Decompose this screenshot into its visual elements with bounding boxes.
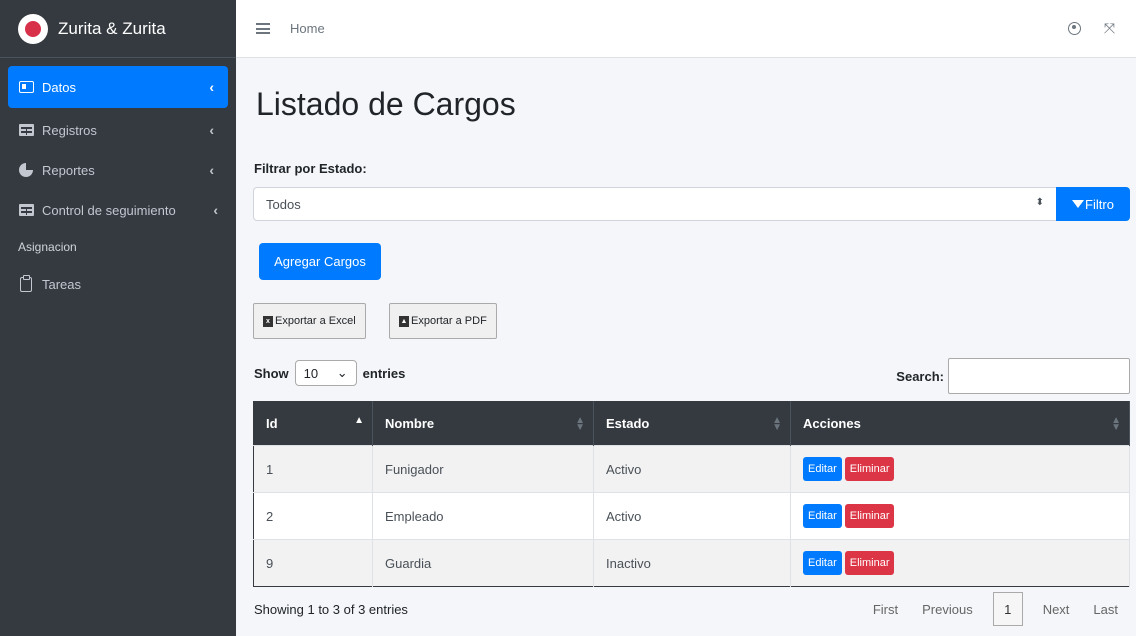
sidebar-item-registros[interactable]: Registros ‹	[8, 110, 228, 150]
edit-button[interactable]: Editar	[803, 504, 842, 528]
select-arrows-icon: ⬍	[1035, 197, 1044, 208]
pdf-file-icon: ▲	[399, 315, 409, 327]
brand-name: Zurita & Zurita	[58, 18, 166, 38]
estado-filter-select[interactable]: Todos ⬍	[253, 187, 1057, 221]
edit-button[interactable]: Editar	[803, 457, 842, 481]
brand-link[interactable]: Zurita & Zurita	[0, 0, 236, 58]
id-card-icon	[18, 80, 34, 94]
table-row: 1 Funigador Activo Editar Eliminar	[253, 445, 1130, 493]
cell-id: 2	[253, 492, 373, 540]
table-search: Search:	[896, 358, 1130, 394]
sidebar-header-asignacion: Asignacion	[18, 240, 77, 254]
sidebar-item-label: Tareas	[42, 276, 82, 292]
table-row: 2 Empleado Activo Editar Eliminar	[253, 492, 1130, 540]
edit-button[interactable]: Editar	[803, 551, 842, 575]
sort-asc-icon: ▲	[354, 415, 364, 426]
sidebar-item-label: Reportes	[42, 162, 95, 178]
column-header-acciones[interactable]: Acciones ▲ ▼	[790, 401, 1130, 446]
export-pdf-label: Exportar a PDF	[411, 315, 487, 327]
pagination: First Previous 1 Next Last	[861, 592, 1130, 626]
cell-estado: Activo	[593, 492, 791, 540]
entries-label: entries	[362, 365, 406, 381]
table-header-row: Id ▲ Nombre ▲ ▼ Estado ▲ ▼ Acciones ▲ ▼	[253, 401, 1130, 446]
cell-acciones: Editar Eliminar	[790, 492, 1130, 540]
pagination-previous[interactable]: Previous	[910, 602, 985, 617]
user-icon[interactable]	[1068, 22, 1081, 35]
top-navbar: Home ⤧	[236, 0, 1136, 58]
pagination-current-page[interactable]: 1	[992, 592, 1023, 626]
cell-nombre: Guardia	[372, 539, 594, 587]
sidebar-nav: Datos ‹ Registros ‹ Reportes ‹ Control d…	[0, 58, 236, 304]
brand-logo	[18, 13, 48, 44]
export-pdf-button[interactable]: ▲ Exportar a PDF	[389, 303, 497, 339]
sidebar-item-tareas[interactable]: Tareas	[8, 264, 228, 304]
table-icon	[18, 123, 34, 137]
export-excel-label: Exportar a Excel	[275, 315, 356, 327]
chevron-down-icon: ⌄	[336, 365, 348, 380]
cargos-table: Id ▲ Nombre ▲ ▼ Estado ▲ ▼ Acciones ▲ ▼ 1 Funig…	[253, 401, 1130, 587]
sidebar-item-label: Datos	[42, 79, 76, 95]
add-cargos-button[interactable]: Agregar Cargos	[259, 243, 381, 280]
cell-acciones: Editar Eliminar	[790, 445, 1130, 493]
column-header-nombre[interactable]: Nombre ▲ ▼	[372, 401, 594, 446]
chevron-left-icon: ‹	[213, 202, 218, 218]
column-header-id[interactable]: Id ▲	[253, 401, 373, 446]
sort-icon: ▲ ▼	[1111, 415, 1121, 433]
fullscreen-icon[interactable]: ⤧	[1103, 21, 1116, 35]
sidebar-item-reportes[interactable]: Reportes ‹	[8, 150, 228, 190]
page-title: Listado de Cargos	[256, 86, 516, 122]
search-input[interactable]	[948, 358, 1130, 394]
delete-button[interactable]: Eliminar	[844, 457, 895, 481]
pagination-next[interactable]: Next	[1031, 602, 1082, 617]
cell-acciones: Editar Eliminar	[790, 539, 1130, 587]
export-excel-button[interactable]: x Exportar a Excel	[253, 303, 366, 339]
sidebar-item-control-de-seguimiento[interactable]: Control de seguimiento ‹	[8, 190, 228, 230]
chevron-left-icon: ‹	[209, 79, 214, 95]
delete-button[interactable]: Eliminar	[844, 551, 895, 575]
table-row: 9 Guardia Inactivo Editar Eliminar	[253, 539, 1130, 587]
filter-button-label: Filtro	[1085, 196, 1114, 212]
cell-nombre: Empleado	[372, 492, 594, 540]
entries-length-value: 10	[303, 365, 319, 381]
sort-icon: ▲ ▼	[772, 415, 782, 433]
show-label: Show	[254, 365, 289, 381]
chevron-left-icon: ‹	[209, 162, 214, 178]
entries-length-select[interactable]: 10 ⌄	[294, 360, 357, 386]
estado-filter-value: Todos	[266, 196, 301, 212]
cell-id: 9	[253, 539, 373, 587]
clipboard-icon	[18, 274, 34, 292]
sidebar-item-label: Registros	[42, 122, 97, 138]
sidebar: Zurita & Zurita Datos ‹ Registros ‹ Repo…	[0, 0, 236, 636]
cell-id: 1	[253, 445, 373, 493]
entries-length-control: Show 10 ⌄ entries	[254, 360, 405, 386]
filter-label: Filtrar por Estado:	[254, 161, 367, 176]
sidebar-item-label: Control de seguimiento	[42, 202, 176, 218]
delete-button[interactable]: Eliminar	[844, 504, 895, 528]
pagination-first[interactable]: First	[861, 602, 910, 617]
cell-nombre: Funigador	[372, 445, 594, 493]
search-label: Search:	[896, 368, 944, 384]
chevron-left-icon: ‹	[209, 122, 214, 138]
main-content: Listado de Cargos Filtrar por Estado: To…	[236, 58, 1136, 636]
filter-icon	[1072, 200, 1085, 208]
home-link[interactable]: Home	[290, 21, 325, 36]
cell-estado: Inactivo	[593, 539, 791, 587]
table-icon	[18, 203, 34, 217]
sort-icon: ▲ ▼	[575, 415, 585, 433]
top-right-icons: ⤧	[1068, 21, 1116, 35]
table-info: Showing 1 to 3 of 3 entries	[254, 602, 408, 617]
excel-file-icon: x	[263, 315, 273, 327]
filter-button[interactable]: Filtro	[1056, 187, 1130, 221]
cell-estado: Activo	[593, 445, 791, 493]
pagination-last[interactable]: Last	[1081, 602, 1130, 617]
sidebar-item-datos[interactable]: Datos ‹	[8, 66, 228, 108]
column-header-estado[interactable]: Estado ▲ ▼	[593, 401, 791, 446]
pie-chart-icon	[18, 163, 34, 177]
hamburger-menu-icon[interactable]	[256, 23, 270, 34]
